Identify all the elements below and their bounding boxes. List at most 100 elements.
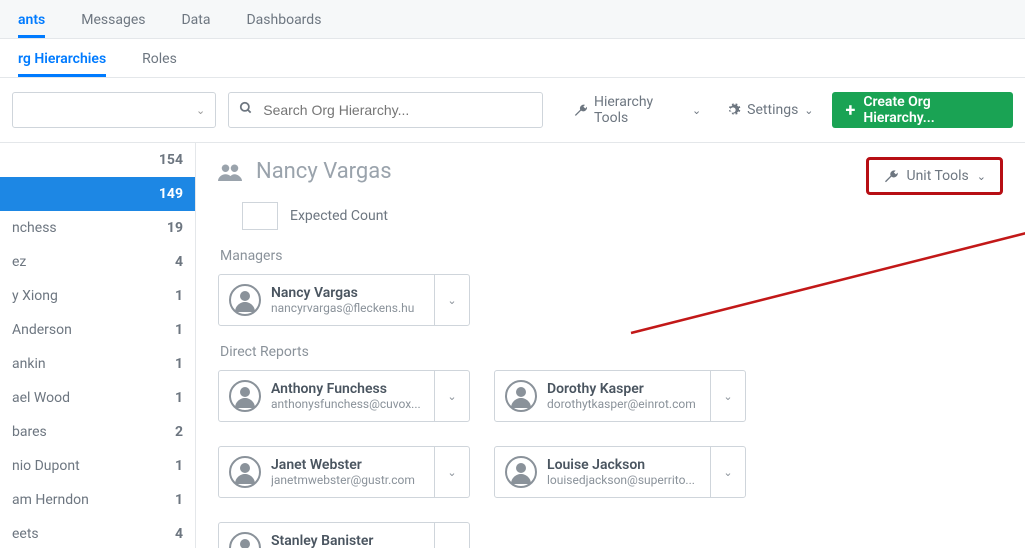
sidebar-item-count: 4 — [175, 254, 183, 270]
person-card[interactable]: Stanley Banisterstanleygbanister@rhyta.c… — [218, 522, 470, 548]
tab-dashboards[interactable]: Dashboards — [246, 12, 321, 38]
avatar-icon — [229, 532, 261, 548]
sidebar-item-label: y Xiong — [12, 288, 58, 304]
sidebar-item[interactable]: nio Dupont 1 — [0, 449, 195, 483]
sidebar-item-count: 1 — [175, 390, 183, 406]
sidebar-item[interactable]: ez 4 — [0, 245, 195, 279]
sidebar: 154149nchess19ez4y Xiong1Anderson1ankin1… — [0, 143, 196, 548]
person-name: Stanley Banister — [271, 533, 424, 548]
layout: 154149nchess19ez4y Xiong1Anderson1ankin1… — [0, 143, 1025, 548]
top-nav: ants Messages Data Dashboards — [0, 0, 1025, 39]
expected-count-input[interactable] — [242, 202, 278, 230]
gear-icon — [725, 102, 741, 118]
subtab-org-hierarchies[interactable]: rg Hierarchies — [18, 51, 106, 77]
toolbar: ⌄ Hierarchy Tools ⌄ Settings ⌄ + Create … — [0, 78, 1025, 143]
person-card-menu[interactable]: ⌄ — [434, 371, 469, 421]
person-email: nancyrvargas@fleckens.hu — [271, 301, 414, 315]
person-card[interactable]: Nancy Vargasnancyrvargas@fleckens.hu ⌄ — [218, 274, 470, 326]
person-card[interactable]: Anthony Funchessanthonysfunchess@cuvox..… — [218, 370, 470, 422]
person-card-menu[interactable]: ⌄ — [434, 523, 469, 548]
hierarchy-tools-button[interactable]: Hierarchy Tools ⌄ — [567, 93, 707, 127]
managers-heading: Managers — [220, 248, 1003, 264]
avatar-icon — [505, 456, 537, 488]
people-icon — [218, 162, 242, 182]
person-card-menu[interactable]: ⌄ — [434, 447, 469, 497]
search-input[interactable] — [261, 101, 532, 119]
sidebar-item-count: 1 — [175, 288, 183, 304]
sidebar-item-count: 1 — [175, 492, 183, 508]
tab-messages[interactable]: Messages — [81, 12, 145, 38]
chevron-down-icon: ⌄ — [723, 390, 732, 403]
avatar-icon — [229, 456, 261, 488]
sidebar-item[interactable]: ael Wood 1 — [0, 381, 195, 415]
page-title: Nancy Vargas — [256, 159, 392, 184]
person-email: janetmwebster@gustr.com — [271, 473, 415, 487]
sidebar-item-count: 1 — [175, 322, 183, 338]
person-card-menu[interactable]: ⌄ — [710, 447, 745, 497]
person-name: Anthony Funchess — [271, 381, 421, 397]
person-card-menu[interactable]: ⌄ — [710, 371, 745, 421]
person-card-menu[interactable]: ⌄ — [434, 275, 469, 325]
create-label: Create Org Hierarchy... — [863, 94, 999, 126]
sidebar-item[interactable]: eets 4 — [0, 517, 195, 548]
person-email: louisedjackson@superrito... — [547, 473, 695, 487]
avatar-icon — [229, 380, 261, 412]
sidebar-item-label: Anderson — [12, 322, 72, 338]
person-email: anthonysfunchess@cuvox... — [271, 397, 421, 411]
sidebar-item-label: ez — [12, 254, 26, 270]
avatar-icon — [229, 284, 261, 316]
avatar-icon — [505, 380, 537, 412]
search-input-wrapper[interactable] — [228, 92, 543, 128]
sidebar-item-count: 154 — [159, 152, 183, 168]
sidebar-item-count: 1 — [175, 458, 183, 474]
sidebar-item-count: 19 — [167, 220, 183, 236]
sidebar-item-label: nchess — [12, 220, 57, 236]
chevron-down-icon: ⌄ — [977, 170, 986, 183]
sidebar-item[interactable]: y Xiong 1 — [0, 279, 195, 313]
chevron-down-icon: ⌄ — [447, 390, 456, 403]
person-card[interactable]: Janet Websterjanetmwebster@gustr.com ⌄ — [218, 446, 470, 498]
sidebar-item[interactable]: ankin1 — [0, 347, 195, 381]
chevron-down-icon: ⌄ — [447, 466, 456, 479]
sidebar-item-label: ael Wood — [12, 390, 70, 406]
sidebar-item[interactable]: bares 2 — [0, 415, 195, 449]
settings-button[interactable]: Settings ⌄ — [719, 93, 819, 127]
tab-data[interactable]: Data — [181, 12, 210, 38]
person-name: Nancy Vargas — [271, 285, 414, 301]
unit-tools-label: Unit Tools — [907, 168, 969, 184]
sidebar-item[interactable]: 154 — [0, 143, 195, 177]
sidebar-item[interactable]: nchess 19 — [0, 211, 195, 245]
sidebar-item-count: 2 — [175, 424, 183, 440]
sidebar-item-label: nio Dupont — [12, 458, 80, 474]
person-email: dorothytkasper@einrot.com — [547, 397, 696, 411]
sidebar-item[interactable]: 149 — [0, 177, 195, 211]
chevron-down-icon: ⌄ — [804, 104, 813, 117]
plus-icon: + — [846, 100, 856, 121]
sidebar-item[interactable]: am Herndon 1 — [0, 483, 195, 517]
tab-ants[interactable]: ants — [18, 12, 45, 38]
unit-tools-button[interactable]: Unit Tools ⌄ — [866, 157, 1004, 195]
settings-label: Settings — [747, 102, 798, 118]
sub-nav: rg Hierarchies Roles — [0, 39, 1025, 78]
sidebar-item-label: ankin — [12, 356, 46, 372]
person-name: Janet Webster — [271, 457, 415, 473]
create-org-hierarchy-button[interactable]: + Create Org Hierarchy... — [832, 92, 1013, 128]
person-name: Louise Jackson — [547, 457, 695, 473]
chevron-down-icon: ⌄ — [692, 104, 701, 117]
hierarchy-tools-label: Hierarchy Tools — [594, 94, 686, 126]
sidebar-item-label: bares — [12, 424, 47, 440]
sidebar-item-label: eets — [12, 526, 39, 542]
person-card[interactable]: Dorothy Kasperdorothytkasper@einrot.com⌄ — [494, 370, 746, 422]
search-icon — [239, 101, 253, 119]
sidebar-item-label: am Herndon — [12, 492, 89, 508]
chevron-down-icon: ⌄ — [196, 104, 205, 117]
sidebar-item-count: 149 — [159, 186, 183, 202]
hierarchy-select[interactable]: ⌄ — [12, 92, 216, 128]
wrench-icon — [883, 168, 899, 184]
direct-reports-heading: Direct Reports — [220, 344, 1003, 360]
sidebar-item[interactable]: Anderson 1 — [0, 313, 195, 347]
detail-pane: Nancy Vargas Unit Tools ⌄ Expected Count… — [196, 143, 1025, 548]
person-card[interactable]: Louise Jacksonlouisedjackson@superrito..… — [494, 446, 746, 498]
sidebar-item-count: 4 — [175, 526, 183, 542]
subtab-roles[interactable]: Roles — [142, 51, 177, 77]
